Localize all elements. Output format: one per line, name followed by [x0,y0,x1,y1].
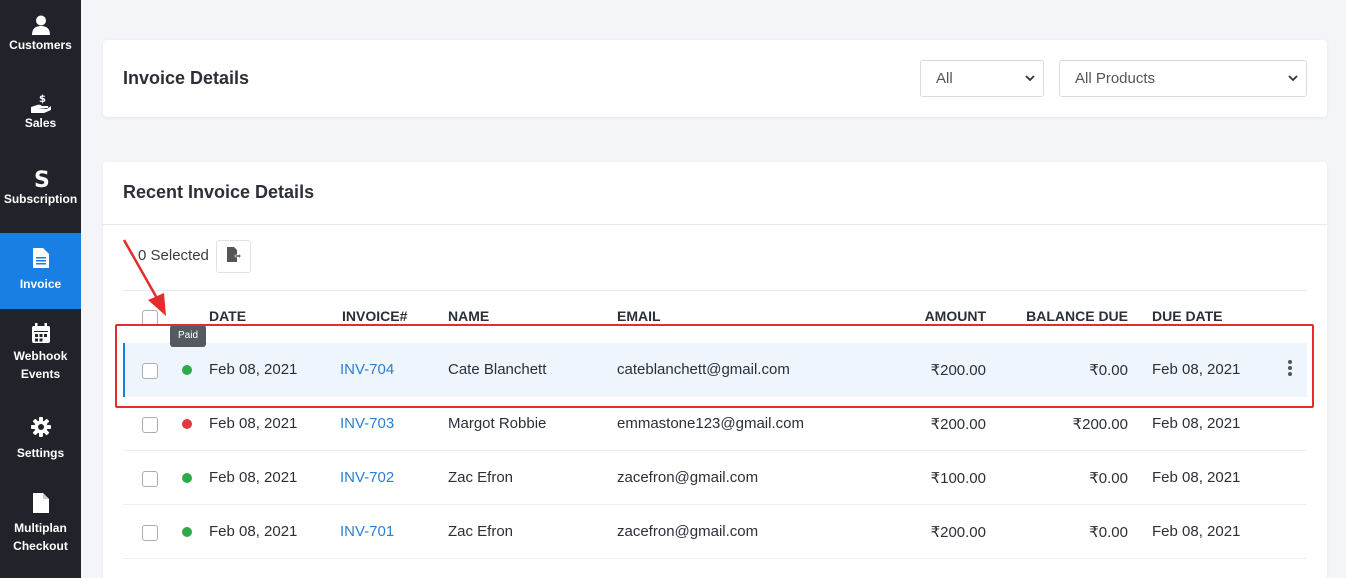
row-date: Feb 08, 2021 [209,523,298,540]
hand-dollar-icon: $ [30,92,52,114]
sidebar-item-label: Webhook Events [13,349,68,381]
status-dot [182,473,192,483]
row-amount: ₹200.00 [930,524,986,541]
column-header-balance-due[interactable]: BALANCE DUE [1018,308,1128,324]
row-balance-due: ₹200.00 [1072,416,1128,433]
sidebar-item-label: Customers [9,38,72,52]
section-divider [103,224,1327,225]
column-header-invoice[interactable]: INVOICE# [342,308,407,324]
sidebar-item-settings[interactable]: Settings [0,416,81,466]
product-filter-select[interactable]: All Products [1059,60,1307,97]
row-date: Feb 08, 2021 [209,469,298,486]
column-header-date[interactable]: DATE [209,308,246,324]
calendar-icon [30,322,52,344]
sidebar-item-label: Multiplan Checkout [13,521,68,553]
status-dot [182,527,192,537]
row-balance-due: ₹0.00 [1089,470,1128,487]
row-checkbox[interactable] [142,417,158,433]
row-divider [123,558,1307,559]
row-email: zacefron@gmail.com [617,469,759,486]
sidebar: Customers $ Sales S Subscription Invoice… [0,0,81,578]
row-checkbox[interactable] [142,471,158,487]
chevron-down-icon [1288,61,1298,96]
row-due-date: Feb 08, 2021 [1152,415,1241,432]
row-name: Zac Efron [448,469,514,486]
row-due-date: Feb 08, 2021 [1152,523,1241,540]
section-title: Recent Invoice Details [123,182,315,202]
status-dot [182,419,192,429]
svg-text:S: S [34,168,50,190]
sidebar-item-label: Settings [16,446,65,460]
column-header-name[interactable]: NAME [448,308,489,324]
row-divider [123,504,1307,505]
user-icon [30,14,52,36]
status-filter-value: All [936,70,953,87]
annotation-highlight-box [115,324,1314,408]
column-header-amount[interactable]: AMOUNT [906,308,986,324]
sidebar-item-customers[interactable]: Customers [0,14,81,74]
sidebar-item-webhook-events[interactable]: Webhook Events [0,322,81,392]
invoice-link[interactable]: INV-703 [340,415,394,432]
invoice-link[interactable]: INV-702 [340,469,394,486]
svg-text:$: $ [39,94,46,105]
row-divider [123,450,1307,451]
export-button[interactable] [216,240,251,273]
row-name: Margot Robbie [448,415,547,432]
row-date: Feb 08, 2021 [209,415,298,432]
file-icon [30,492,52,514]
status-filter-select[interactable]: All [920,60,1044,97]
sidebar-item-sales[interactable]: $ Sales [0,92,81,152]
annotation-arrow-icon [122,239,166,316]
s-logo-icon: S [30,168,52,190]
row-due-date: Feb 08, 2021 [1152,469,1241,486]
row-amount: ₹200.00 [930,416,986,433]
row-email: emmastone123@gmail.com [617,415,804,432]
row-name: Zac Efron [448,523,514,540]
export-icon [226,246,241,267]
row-email: zacefron@gmail.com [617,523,759,540]
sidebar-item-multiplan-checkout[interactable]: Multiplan Checkout [0,492,81,562]
sidebar-item-label: Subscription [3,192,78,206]
gear-icon [30,416,52,438]
column-header-email[interactable]: EMAIL [617,308,661,324]
invoice-link[interactable]: INV-701 [340,523,394,540]
page-title: Invoice Details [123,68,250,88]
row-amount: ₹100.00 [930,470,986,487]
sidebar-item-invoice[interactable]: Invoice [0,233,81,309]
chevron-down-icon [1025,61,1035,96]
row-balance-due: ₹0.00 [1089,524,1128,541]
sidebar-item-label: Sales [24,116,57,130]
product-filter-value: All Products [1075,70,1156,87]
column-header-due-date[interactable]: DUE DATE [1152,308,1223,324]
file-icon [30,247,52,269]
toolbar-divider [123,290,1307,291]
row-checkbox[interactable] [142,525,158,541]
sidebar-item-subscription[interactable]: S Subscription [0,168,81,228]
sidebar-item-label: Invoice [19,277,62,291]
